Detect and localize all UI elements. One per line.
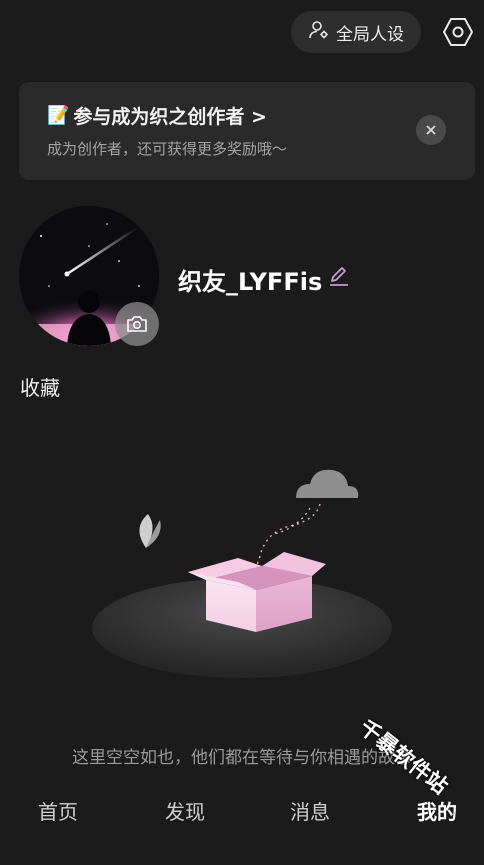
global-persona-button[interactable]: 全局人设	[291, 11, 421, 53]
change-avatar-button[interactable]	[115, 302, 159, 346]
edit-pencil-icon	[330, 267, 348, 286]
nav-tab-discover[interactable]: 发现	[145, 796, 225, 825]
camera-icon	[127, 316, 147, 332]
nav-tab-home[interactable]: 首页	[18, 796, 98, 825]
gear-hexagon-icon	[443, 18, 473, 46]
banner-subtitle: 成为创作者，还可获得更多奖励哦～	[47, 140, 288, 158]
username: 织友_LYFFis	[178, 268, 323, 296]
settings-button[interactable]	[440, 14, 476, 50]
close-icon	[426, 125, 436, 135]
person-settings-icon	[308, 19, 330, 45]
site-watermark: 千暴软件站	[354, 715, 453, 799]
banner-close-button[interactable]	[416, 115, 446, 145]
collection-title: 收藏	[20, 376, 60, 400]
creator-invite-banner[interactable]: 📝 参与成为织之创作者 > 成为创作者，还可获得更多奖励哦～	[19, 82, 475, 180]
banner-title-text: 参与成为织之创作者 >	[73, 106, 267, 128]
banner-title[interactable]: 📝 参与成为织之创作者 >	[47, 102, 267, 129]
edit-profile-button[interactable]	[327, 264, 351, 288]
memo-emoji-icon: 📝	[47, 105, 70, 126]
global-persona-label: 全局人设	[336, 24, 404, 45]
empty-box-illustration	[88, 460, 408, 685]
